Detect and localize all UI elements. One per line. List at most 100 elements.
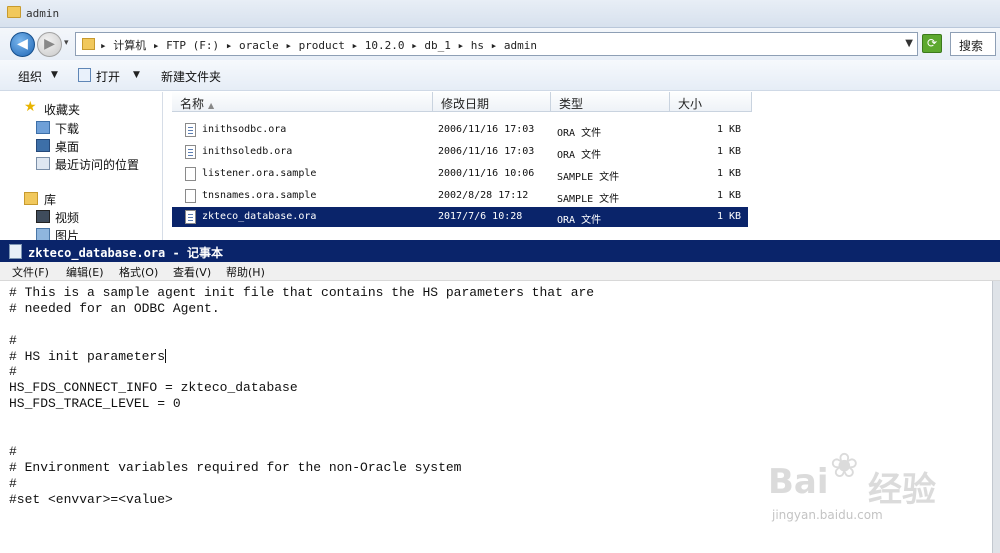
new-folder-button[interactable]: 新建文件夹 bbox=[161, 68, 221, 85]
command-toolbar: 组织 ▼ 打开 ▼ 新建文件夹 bbox=[0, 60, 1000, 91]
text-line: # bbox=[9, 364, 17, 380]
desktop-icon bbox=[36, 139, 50, 152]
file-name: listener.ora.sample bbox=[202, 168, 317, 179]
sort-up-icon: ▲ bbox=[208, 101, 215, 110]
column-size-label: 大小 bbox=[678, 97, 703, 111]
notepad-menubar: 文件(F) 编辑(E) 格式(O) 查看(V) 帮助(H) bbox=[0, 262, 1000, 281]
back-arrow-icon[interactable]: ◀ bbox=[10, 32, 35, 57]
chevron-down-icon[interactable]: ▼ bbox=[133, 70, 140, 80]
notepad-icon bbox=[9, 244, 22, 259]
window-border bbox=[992, 281, 1000, 553]
paw-icon: ❀ bbox=[830, 446, 859, 486]
menu-view[interactable]: 查看(V) bbox=[173, 264, 211, 280]
document-icon bbox=[185, 145, 196, 159]
text-caret bbox=[165, 349, 167, 364]
column-header-type[interactable]: 类型 bbox=[551, 92, 670, 112]
column-date-label: 修改日期 bbox=[441, 97, 490, 111]
text-line: # HS init parameters bbox=[9, 348, 166, 364]
nav-item-libraries[interactable]: 库 bbox=[44, 191, 56, 208]
file-name: zkteco_database.ora bbox=[202, 211, 317, 222]
nav-item-videos[interactable]: 视频 bbox=[55, 209, 79, 226]
file-date: 2000/11/16 10:06 bbox=[438, 168, 535, 179]
folder-icon bbox=[82, 38, 95, 50]
explorer-window: admin ◀ ▶ ▾ ▸ 计算机 ▸ FTP (F:) ▸ oracle ▸ … bbox=[0, 0, 1000, 243]
downloads-icon bbox=[36, 121, 50, 134]
file-size: 1 KB bbox=[717, 211, 742, 222]
file-name: inithsoledb.ora bbox=[202, 146, 293, 157]
document-icon bbox=[185, 210, 196, 224]
chevron-down-icon[interactable]: ▼ bbox=[905, 38, 913, 49]
file-type: ORA 文件 bbox=[557, 215, 602, 226]
menu-format[interactable]: 格式(O) bbox=[119, 264, 158, 280]
refresh-icon[interactable]: ⟳ bbox=[922, 34, 942, 53]
address-bar[interactable]: ▸ 计算机 ▸ FTP (F:) ▸ oracle ▸ product ▸ 10… bbox=[75, 32, 918, 56]
file-size: 1 KB bbox=[717, 146, 742, 157]
file-row[interactable]: inithsodbc.ora 2006/11/16 17:03 ORA 文件 1… bbox=[172, 120, 748, 140]
open-button[interactable]: 打开 bbox=[96, 68, 120, 85]
text-line bbox=[9, 428, 994, 444]
file-row[interactable]: tnsnames.ora.sample 2002/8/28 17:12 SAMP… bbox=[172, 186, 748, 206]
file-size: 1 KB bbox=[717, 124, 742, 135]
text-line bbox=[9, 412, 994, 428]
file-name: tnsnames.ora.sample bbox=[202, 190, 317, 201]
file-row[interactable]: listener.ora.sample 2000/11/16 10:06 SAM… bbox=[172, 164, 748, 184]
text-line: # This is a sample agent init file that … bbox=[9, 285, 595, 300]
text-line: HS_FDS_CONNECT_INFO = zkteco_database bbox=[9, 380, 298, 396]
file-list: 名称 ▲ 修改日期 类型 大小 inithsodbc.ora 2006/11/16… bbox=[164, 92, 1000, 240]
document-icon bbox=[185, 167, 196, 181]
explorer-title: admin bbox=[26, 7, 60, 20]
file-date: 2006/11/16 17:03 bbox=[438, 146, 535, 157]
search-input[interactable]: 搜索 bbox=[950, 32, 996, 56]
column-header-size[interactable]: 大小 bbox=[670, 92, 752, 112]
file-date: 2017/7/6 10:28 bbox=[438, 211, 523, 222]
notepad-titlebar[interactable]: zkteco_database.ora - 记事本 bbox=[0, 241, 1000, 262]
file-size: 1 KB bbox=[717, 190, 742, 201]
file-type: SAMPLE 文件 bbox=[557, 194, 620, 205]
file-type: ORA 文件 bbox=[557, 128, 602, 139]
navigation-pane: ★ 收藏夹 下载 桌面 最近访问的位置 库 视频 图片 bbox=[0, 92, 163, 243]
menu-help[interactable]: 帮助(H) bbox=[226, 264, 265, 280]
column-name-label: 名称 bbox=[180, 97, 205, 111]
file-type: ORA 文件 bbox=[557, 150, 602, 161]
column-header-date[interactable]: 修改日期 bbox=[433, 92, 551, 112]
text-line-with-caret: # HS init parameters bbox=[9, 349, 994, 365]
search-label: 搜索 bbox=[959, 39, 984, 53]
text-line bbox=[9, 317, 994, 333]
column-type-label: 类型 bbox=[559, 97, 584, 111]
file-name: inithsodbc.ora bbox=[202, 124, 287, 135]
column-header-name[interactable]: 名称 ▲ bbox=[172, 92, 433, 112]
forward-arrow-icon[interactable]: ▶ bbox=[37, 32, 62, 57]
open-file-icon bbox=[78, 68, 91, 82]
file-row-selected[interactable]: zkteco_database.ora 2017/7/6 10:28 ORA 文… bbox=[172, 207, 748, 227]
column-headers: 名称 ▲ 修改日期 类型 大小 bbox=[172, 92, 752, 112]
recent-pages-dropdown-icon[interactable]: ▾ bbox=[64, 38, 69, 48]
baidu-watermark: Bai ❀ 经验 jingyan.baidu.com bbox=[768, 446, 988, 536]
document-icon bbox=[185, 189, 196, 203]
text-line: HS_FDS_TRACE_LEVEL = 0 bbox=[9, 396, 181, 412]
library-icon bbox=[24, 192, 38, 205]
breadcrumb[interactable]: ▸ 计算机 ▸ FTP (F:) ▸ oracle ▸ product ▸ 10… bbox=[100, 37, 537, 53]
document-icon bbox=[185, 123, 196, 137]
star-icon: ★ bbox=[24, 99, 37, 115]
file-date: 2002/8/28 17:12 bbox=[438, 190, 529, 201]
organize-button[interactable]: 组织 bbox=[18, 68, 42, 85]
file-row[interactable]: inithsoledb.ora 2006/11/16 17:03 ORA 文件 … bbox=[172, 142, 748, 162]
explorer-titlebar[interactable]: admin bbox=[0, 0, 1000, 28]
menu-file[interactable]: 文件(F) bbox=[12, 264, 49, 280]
watermark-brand-suffix: 经验 bbox=[868, 470, 936, 510]
recent-places-icon bbox=[36, 157, 50, 170]
text-line: # bbox=[9, 332, 17, 348]
video-icon bbox=[36, 210, 50, 223]
nav-item-favorites[interactable]: 收藏夹 bbox=[44, 101, 80, 118]
watermark-brand: Bai bbox=[768, 462, 829, 502]
notepad-title: zkteco_database.ora - 记事本 bbox=[28, 246, 223, 260]
watermark-url: jingyan.baidu.com bbox=[772, 508, 883, 522]
chevron-down-icon[interactable]: ▼ bbox=[51, 70, 58, 80]
nav-item-desktop[interactable]: 桌面 bbox=[55, 138, 79, 155]
file-type: SAMPLE 文件 bbox=[557, 172, 620, 183]
nav-item-downloads[interactable]: 下载 bbox=[55, 120, 79, 137]
nav-item-recent[interactable]: 最近访问的位置 bbox=[55, 156, 139, 173]
menu-edit[interactable]: 编辑(E) bbox=[66, 264, 104, 280]
file-date: 2006/11/16 17:03 bbox=[438, 124, 535, 135]
file-size: 1 KB bbox=[717, 168, 742, 179]
